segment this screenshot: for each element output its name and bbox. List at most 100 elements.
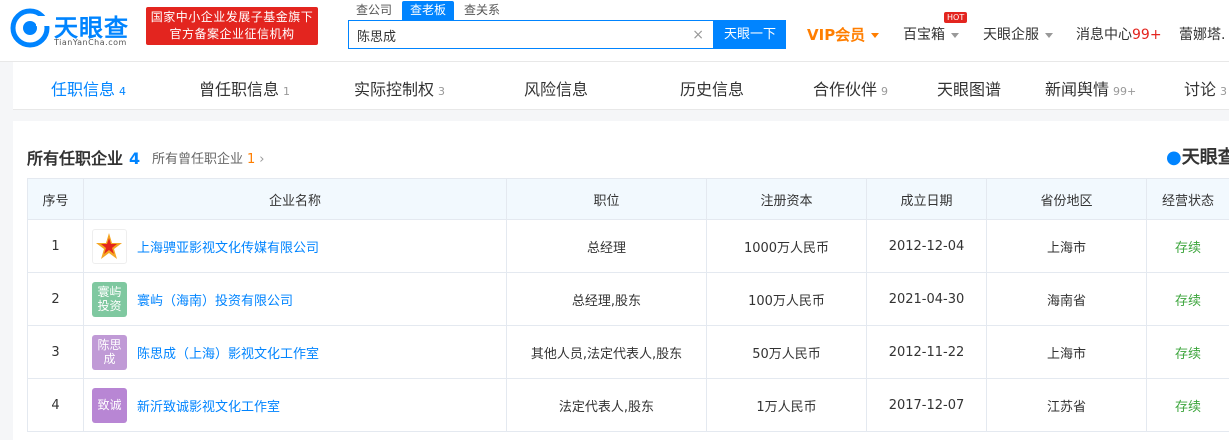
tab-news[interactable]: 新闻舆情 99+ xyxy=(1045,76,1136,100)
company-cell: 陈思成 陈思成（上海）影视文化工作室 xyxy=(83,325,507,379)
search-tab-boss[interactable]: 查老板 xyxy=(402,1,455,20)
treasure-box-menu[interactable]: 百宝箱 xyxy=(903,24,959,46)
company-logo-text: 陈思成 xyxy=(97,338,122,366)
positions-table: 序号 企业名称 职位 注册资本 成立日期 省份地区 经营状态 1 上海骋亚影视文… xyxy=(27,178,1229,432)
tab-count: 9 xyxy=(881,85,889,98)
tab-label: 合作伙伴 xyxy=(813,80,878,99)
search-type-tabs: 查公司 查老板 查关系 xyxy=(348,1,510,20)
watermark-text: 天眼查 xyxy=(1181,147,1229,168)
column-header: 经营状态 xyxy=(1146,178,1229,220)
company-logo[interactable] xyxy=(92,228,127,264)
status-cell: 存续 xyxy=(1146,378,1229,432)
message-center-link[interactable]: 消息中心99+ xyxy=(1076,24,1162,46)
logo-domain: TianYanCha.com xyxy=(54,38,127,47)
table-row: 1 上海骋亚影视文化传媒有限公司 总经理 1000万人民币 2012-12-04… xyxy=(27,219,1229,273)
star-logo-icon xyxy=(96,232,122,259)
chevron-down-icon xyxy=(871,33,880,38)
tab-former-positions[interactable]: 曾任职信息 1 xyxy=(199,76,290,100)
position-cell: 其他人员,法定代表人,股东 xyxy=(506,325,707,379)
table-header-row: 序号 企业名称 职位 注册资本 成立日期 省份地区 经营状态 xyxy=(27,178,1229,220)
tab-count: 3 xyxy=(438,85,446,98)
status-cell: 存续 xyxy=(1146,272,1229,326)
tab-label: 风险信息 xyxy=(524,80,589,99)
column-header: 成立日期 xyxy=(866,178,987,220)
banner-line-2: 官方备案企业征信机构 xyxy=(169,27,295,41)
message-center-label: 消息中心 xyxy=(1076,27,1132,43)
former-positions-label: 所有曾任职企业 xyxy=(152,152,244,167)
vip-menu[interactable]: VIP会员 xyxy=(807,24,880,46)
tab-label: 新闻舆情 xyxy=(1045,80,1110,99)
message-count-badge: 99+ xyxy=(1132,27,1162,43)
logo-eye-icon xyxy=(10,8,50,48)
banner-line-1: 国家中小企业发展子基金旗下 xyxy=(150,10,314,24)
site-logo[interactable]: 天眼查 TianYanCha.com xyxy=(8,6,136,52)
date-cell: 2012-11-22 xyxy=(866,325,987,379)
treasure-box-label: 百宝箱 xyxy=(903,27,945,43)
tab-current-positions[interactable]: 任职信息 4 xyxy=(51,76,126,100)
position-cell: 法定代表人,股东 xyxy=(506,378,707,432)
status-cell: 存续 xyxy=(1146,325,1229,379)
tab-label: 讨论 xyxy=(1184,80,1217,99)
date-cell: 2012-12-04 xyxy=(866,219,987,273)
profile-tabs: 任职信息 4 曾任职信息 1 实际控制权 3 风险信息 历史信息 合作伙伴 9 天眼图谱… xyxy=(13,62,1229,110)
section-title-label: 所有任职企业 xyxy=(27,149,124,168)
position-cell: 总经理 xyxy=(506,219,707,273)
row-number: 4 xyxy=(27,378,84,432)
search-input[interactable] xyxy=(357,26,687,44)
tab-label: 天眼图谱 xyxy=(937,80,1002,99)
tab-discussion[interactable]: 讨论 3 xyxy=(1184,76,1227,100)
official-banner: 国家中小企业发展子基金旗下 官方备案企业征信机构 xyxy=(146,7,318,45)
tab-label: 任职信息 xyxy=(51,80,116,99)
tab-actual-control[interactable]: 实际控制权 3 xyxy=(354,76,445,100)
tab-label: 实际控制权 xyxy=(354,80,435,99)
watermark-logo: ●天眼查 xyxy=(1166,143,1229,169)
position-cell: 总经理,股东 xyxy=(506,272,707,326)
chevron-down-icon xyxy=(1045,32,1053,38)
chevron-right-icon: › xyxy=(259,152,265,167)
tab-partners[interactable]: 合作伙伴 9 xyxy=(813,76,888,100)
capital-cell: 1000万人民币 xyxy=(706,219,867,273)
company-cell: 上海骋亚影视文化传媒有限公司 xyxy=(83,219,507,273)
tab-count: 1 xyxy=(283,85,291,98)
company-logo[interactable]: 致诚 xyxy=(92,387,127,423)
former-positions-count: 1 xyxy=(247,152,256,167)
table-row: 2 寰屿投资 寰屿（海南）投资有限公司 总经理,股东 100万人民币 2021-… xyxy=(27,272,1229,326)
search-button[interactable]: 天眼一下 xyxy=(714,20,786,49)
clear-search-icon[interactable]: × xyxy=(692,26,704,44)
company-logo-text: 寰屿投资 xyxy=(97,285,122,313)
tab-risk-info[interactable]: 风险信息 xyxy=(524,76,588,100)
tab-graph[interactable]: 天眼图谱 xyxy=(937,76,1001,100)
column-header: 注册资本 xyxy=(706,178,867,220)
tab-label: 历史信息 xyxy=(680,80,745,99)
search-tab-company[interactable]: 查公司 xyxy=(348,1,400,20)
column-header: 省份地区 xyxy=(986,178,1147,220)
vip-label: VIP会员 xyxy=(807,26,866,44)
column-header: 职位 xyxy=(506,178,707,220)
row-number: 2 xyxy=(27,272,84,326)
tab-history-info[interactable]: 历史信息 xyxy=(680,76,744,100)
former-positions-link[interactable]: 所有曾任职企业 1 › xyxy=(152,148,265,167)
table-row: 4 致诚 新沂致诚影视文化工作室 法定代表人,股东 1万人民币 2017-12-… xyxy=(27,378,1229,432)
status-cell: 存续 xyxy=(1146,219,1229,273)
username: 蕾娜塔. xyxy=(1179,27,1226,43)
company-name-link[interactable]: 上海骋亚影视文化传媒有限公司 xyxy=(137,237,319,256)
capital-cell: 100万人民币 xyxy=(706,272,867,326)
region-cell: 海南省 xyxy=(986,272,1147,326)
company-logo[interactable]: 陈思成 xyxy=(92,334,127,370)
tab-count: 99+ xyxy=(1113,85,1137,98)
hot-badge: HOT xyxy=(944,12,968,23)
enterprise-service-menu[interactable]: 天眼企服 xyxy=(983,24,1053,46)
row-number: 1 xyxy=(27,219,84,273)
search-tab-relation[interactable]: 查关系 xyxy=(456,1,508,20)
section-title: 所有任职企业 4 xyxy=(27,145,140,169)
capital-cell: 50万人民币 xyxy=(706,325,867,379)
company-name-link[interactable]: 新沂致诚影视文化工作室 xyxy=(137,396,280,415)
tab-label: 曾任职信息 xyxy=(199,80,280,99)
region-cell: 上海市 xyxy=(986,325,1147,379)
company-name-link[interactable]: 陈思成（上海）影视文化工作室 xyxy=(137,343,319,362)
company-name-link[interactable]: 寰屿（海南）投资有限公司 xyxy=(137,290,293,309)
user-menu[interactable]: 蕾娜塔. xyxy=(1179,24,1225,46)
capital-cell: 1万人民币 xyxy=(706,378,867,432)
date-cell: 2021-04-30 xyxy=(866,272,987,326)
company-logo[interactable]: 寰屿投资 xyxy=(92,281,127,317)
